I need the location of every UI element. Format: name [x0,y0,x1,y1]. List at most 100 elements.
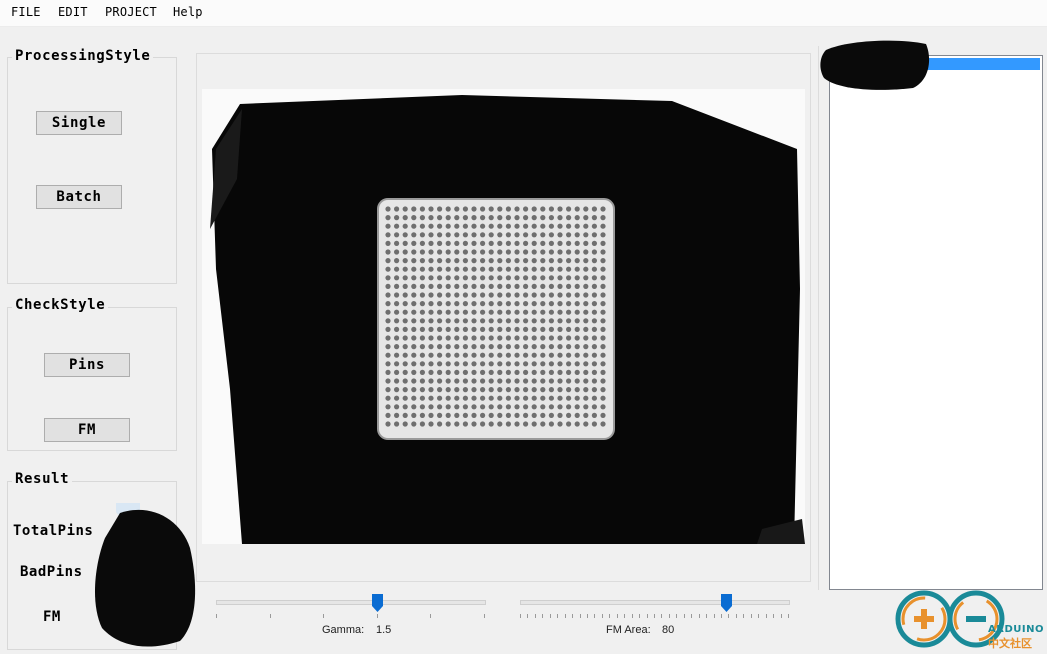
pin-dot [402,421,408,427]
pin-dot [394,404,400,410]
pin-dot [411,215,417,221]
pin-dot [419,378,425,384]
pin-dot [402,318,408,324]
fm-area-slider-thumb[interactable] [721,594,733,612]
fm-area-slider[interactable] [520,594,790,620]
pin-dot [445,421,451,427]
pin-dot [531,344,537,350]
pin-dot [471,412,477,418]
pin-dot [497,266,503,272]
pin-dot [540,421,546,427]
pin-dot [505,335,511,341]
pins-button[interactable]: Pins [44,353,130,377]
list-header-redaction [820,40,930,90]
pin-dot [462,412,468,418]
pin-dot [600,240,606,246]
pin-dot [394,275,400,281]
pin-dot [505,275,511,281]
pin-dot [497,387,503,393]
pin-dot [428,292,434,298]
pin-dot [523,309,529,315]
pin-dot [600,378,606,384]
slider-tick [765,614,767,618]
pin-dot [557,361,563,367]
pin-dot [591,301,597,307]
pin-dot [385,206,391,212]
pin-dot [514,249,520,255]
pin-dot [480,318,486,324]
pin-dot [394,335,400,341]
batch-button[interactable]: Batch [36,185,122,209]
pin-dot [574,223,580,229]
pin-dot [574,344,580,350]
image-frame [196,53,811,582]
pin-dot [428,275,434,281]
pin-dot [394,352,400,358]
pin-dot [437,275,443,281]
pin-dot [385,232,391,238]
menu-file[interactable]: FILE [11,5,41,19]
pin-dot [402,258,408,264]
menu-project[interactable]: PROJECT [105,5,157,19]
gamma-slider[interactable] [216,594,486,620]
pin-dot [566,318,572,324]
pin-dot [445,249,451,255]
pin-dot [402,249,408,255]
pin-dot [419,275,425,281]
pin-dot [505,249,511,255]
pin-dot [548,258,554,264]
pin-dot [428,232,434,238]
pin-dot [488,378,494,384]
pin-dot [600,292,606,298]
pin-dot [583,292,589,298]
menu-edit[interactable]: EDIT [58,5,88,19]
menu-help[interactable]: Help [173,5,203,19]
pin-dot [402,275,408,281]
gamma-slider-thumb[interactable] [371,594,383,612]
pin-dot [385,361,391,367]
pin-dot [419,318,425,324]
fm-button[interactable]: FM [44,418,130,442]
pin-dot [411,292,417,298]
pin-dot [514,378,520,384]
pin-dot [600,395,606,401]
pin-dot [583,326,589,332]
pin-dot [574,412,580,418]
pin-dot [548,249,554,255]
result-listbox[interactable] [829,55,1043,590]
pin-dot [591,223,597,229]
pin-dot [497,301,503,307]
pin-dot [505,352,511,358]
pin-dot [583,275,589,281]
pin-dot [574,215,580,221]
pin-dot [462,206,468,212]
pin-dot [411,249,417,255]
pin-dot [480,240,486,246]
pin-dot [488,292,494,298]
pin-dot [583,283,589,289]
pin-dot [497,421,503,427]
gamma-slider-track[interactable] [216,600,486,605]
pin-dot [540,387,546,393]
pin-dot [514,258,520,264]
pin-dot [505,292,511,298]
pin-dot [428,326,434,332]
pin-dot [480,258,486,264]
slider-tick [735,614,737,618]
image-view[interactable] [202,89,805,544]
pin-dot [540,275,546,281]
pin-dot [591,309,597,315]
pin-dot [566,266,572,272]
pin-dot [488,258,494,264]
pin-dot [557,258,563,264]
pin-dot [557,292,563,298]
fm-area-slider-track[interactable] [520,600,790,605]
pin-dot [523,275,529,281]
slider-tick [624,614,626,618]
pin-dot [531,326,537,332]
single-button[interactable]: Single [36,111,122,135]
pin-dot [540,266,546,272]
pin-dot [454,249,460,255]
pin-dot [419,258,425,264]
pin-dot [591,378,597,384]
